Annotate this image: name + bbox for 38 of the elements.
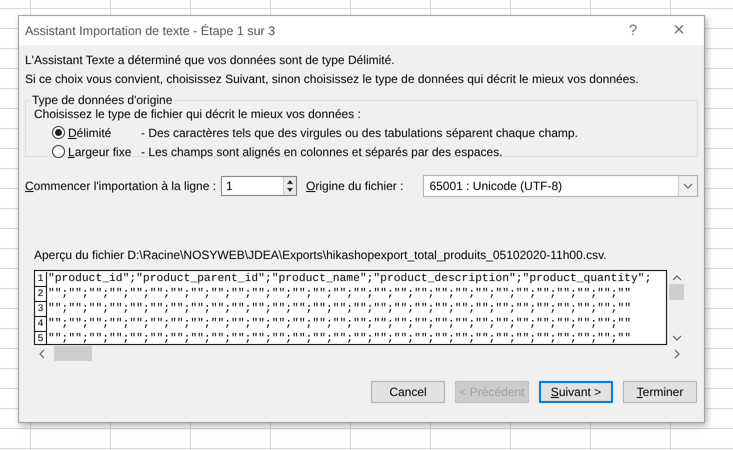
- line-number: 2: [35, 287, 47, 302]
- preview-line: "product_id";"product_parent_id";"product_name";"product_description";"product_quantity";: [47, 272, 652, 287]
- radio-label[interactable]: Largeur fixe: [68, 144, 141, 158]
- chevron-right-icon[interactable]: [674, 348, 680, 358]
- radio-button[interactable]: [52, 145, 65, 158]
- close-button[interactable]: ×: [656, 16, 702, 45]
- line-number: 5: [35, 332, 47, 344]
- option-description: - Les champs sont alignés en colonnes et séparés par des espaces.: [141, 144, 503, 158]
- line-number: 1: [35, 272, 47, 287]
- intro-text: L'Assistant Texte a déterminé que vos données sont de type Délimité.: [25, 52, 396, 69]
- scrollbar-thumb[interactable]: [669, 284, 684, 300]
- chevron-left-icon[interactable]: [39, 348, 45, 358]
- dialog-button[interactable]: Cancel: [371, 381, 445, 403]
- help-button[interactable]: ?: [610, 16, 656, 45]
- prompt-text: Choisissez le type de fichier qui décrit le mieux vos données :: [34, 106, 362, 123]
- file-origin-dropdown[interactable]: 65001 : Unicode (UTF-8): [423, 175, 698, 197]
- preview-line: "";"";"";"";"";"";"";"";"";"";"";"";"";"";"";"";"";"";"";"";"";"";"";"";"";"";"";"";"": [47, 287, 632, 302]
- chevron-up-icon[interactable]: [672, 275, 682, 281]
- preview-label: Aperçu du fichier D:\Racine\NOSYWEB\JDEA\Exports\hikashopexport_total_produits_05102020-11h00.csv.: [33, 248, 608, 264]
- dialog-button[interactable]: Suivant >: [539, 381, 613, 403]
- intro-text: Si ce choix vous convient, choisissez Suivant, sinon choisissez le type de données qui décrit le mieux vos données.: [25, 71, 640, 88]
- preview-line: "";"";"";"";"";"";"";"";"";"";"";"";"";"";"";"";"";"";"";"";"";"";"";"";"";"";"";"";"": [47, 302, 632, 317]
- scrollbar-thumb[interactable]: [54, 346, 92, 361]
- window-title: Assistant Importation de texte - Étape 1 sur 3: [25, 24, 276, 38]
- start-row-label: Commencer l'importation à la ligne :: [25, 179, 216, 193]
- start-row-spinner[interactable]: 1: [221, 176, 298, 196]
- preview-line: "";"";"";"";"";"";"";"";"";"";"";"";"";"";"";"";"";"";"";"";"";"";"";"";"";"";"";"";"": [47, 332, 632, 344]
- group-title: Type de données d'origine: [31, 93, 174, 107]
- chevron-down-icon: [683, 183, 693, 189]
- chevron-down-icon[interactable]: [672, 335, 682, 341]
- preview-line: "";"";"";"";"";"";"";"";"";"";"";"";"";"";"";"";"";"";"";"";"";"";"";"";"";"";"";"";"": [47, 317, 632, 332]
- radio-label[interactable]: Délimité: [68, 126, 141, 140]
- line-number: 4: [35, 317, 47, 332]
- dialog-button[interactable]: Terminer: [623, 381, 697, 403]
- radio-button[interactable]: [52, 126, 65, 139]
- line-number: 3: [35, 302, 47, 317]
- option-description: - Des caractères tels que des virgules ou des tabulations séparent chaque champ.: [141, 126, 578, 140]
- file-origin-label: Origine du fichier :: [306, 179, 404, 193]
